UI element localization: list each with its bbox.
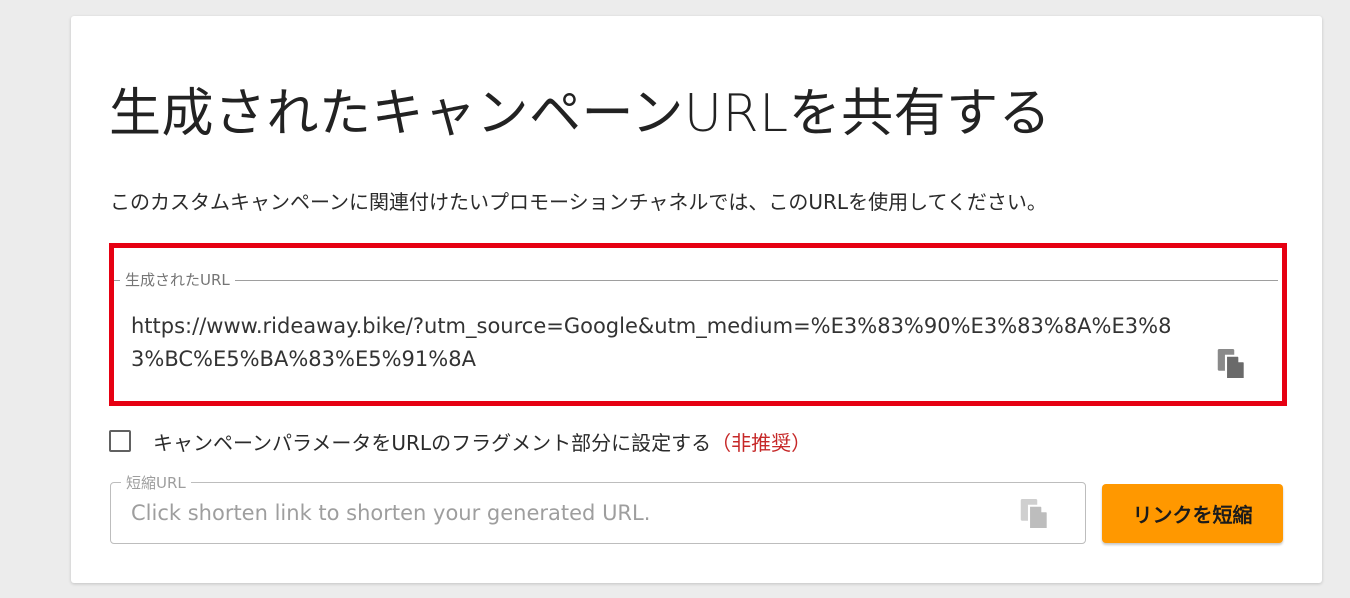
short-url-input[interactable] (131, 497, 991, 529)
generated-url-field: 生成されたURL https://www.rideaway.bike/?utm_… (111, 270, 1278, 404)
short-url-field: 短縮URL (110, 473, 1086, 544)
description-text: このカスタムキャンペーンに関連付けたいプロモーションチャネルでは、このURLを使… (110, 190, 1047, 214)
copy-icon[interactable] (1214, 344, 1250, 384)
fragment-checkbox[interactable] (109, 430, 131, 452)
shorten-link-button[interactable]: リンクを短縮 (1102, 484, 1283, 543)
copy-icon[interactable] (1017, 494, 1053, 534)
fragment-checkbox-label[interactable]: キャンペーンパラメータをURLのフラグメント部分に設定する（非推奨） (153, 427, 811, 456)
page-title: 生成されたキャンペーンURLを共有する (109, 84, 1052, 144)
fragment-option-row: キャンペーンパラメータをURLのフラグメント部分に設定する（非推奨） (109, 426, 811, 456)
deprecated-note: （非推奨） (711, 430, 812, 455)
share-campaign-url-card: 生成されたキャンペーンURLを共有する このカスタムキャンペーンに関連付けたいプ… (71, 16, 1322, 583)
generated-url-value[interactable]: https://www.rideaway.bike/?utm_source=Go… (131, 310, 1181, 376)
short-url-label: 短縮URL (121, 473, 191, 493)
generated-url-label: 生成されたURL (120, 270, 235, 290)
